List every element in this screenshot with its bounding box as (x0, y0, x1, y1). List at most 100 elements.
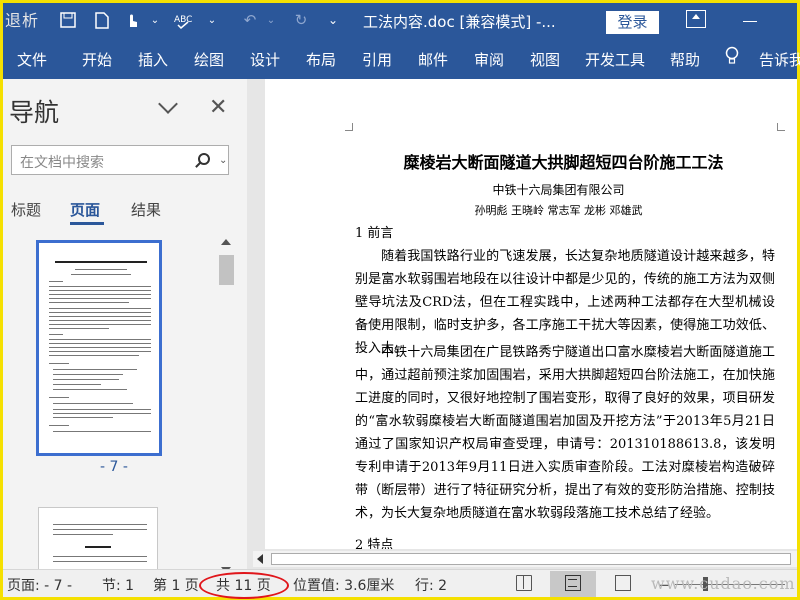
document-area: 糜棱岩大断面隧道大拱脚超短四台阶施工工法 中铁十六局集团有限公司 孙明彪 王晓岭… (247, 79, 797, 569)
thumbnail-text (49, 397, 69, 399)
tab-review[interactable]: 审阅 (474, 49, 504, 70)
tab-references[interactable]: 引用 (362, 49, 392, 70)
section-heading: 1 前言 (355, 226, 394, 241)
status-page[interactable]: 页面: - 7 - (7, 575, 72, 595)
thumbnail-text (53, 379, 119, 381)
scroll-track[interactable] (271, 553, 791, 565)
tab-design[interactable]: 设计 (250, 49, 280, 70)
page-number-label: - 7 - (100, 459, 128, 475)
tab-tell-me[interactable]: 告诉我 (759, 49, 800, 70)
save-icon[interactable] (58, 10, 78, 30)
margin-mark (777, 123, 785, 131)
thumbnail-text (53, 561, 147, 563)
thumbnail-text (49, 328, 109, 330)
customize-qat-icon[interactable]: ⌄ (325, 10, 341, 30)
status-page-of[interactable]: 第 1 页 (153, 575, 199, 595)
thumbnail-text (53, 374, 123, 376)
thumbnail-text (53, 369, 137, 371)
tab-mailings[interactable]: 邮件 (418, 49, 448, 70)
nav-title: 导航 (9, 98, 60, 127)
margin-mark (345, 123, 353, 131)
status-line[interactable]: 行: 2 (415, 575, 447, 595)
watermark-logo: 退析 (5, 11, 40, 30)
thumbnail-text (49, 290, 151, 292)
thumbnail-scrollbar[interactable] (217, 235, 236, 573)
touch-mode-icon[interactable] (123, 10, 141, 30)
thumbnail-text (49, 312, 151, 314)
new-doc-icon[interactable] (93, 10, 111, 30)
title-bar: 退析 ⌄ ABC ⌄ ↶ ⌄ ↻ ⌄ 工法内容.doc [兼容模式] -... … (3, 3, 797, 37)
nav-tab-headings[interactable]: 标题 (11, 199, 41, 220)
thumbnail-text (49, 351, 151, 353)
active-tab-underline (70, 222, 104, 225)
thumbnail-text (49, 347, 151, 349)
thumbnail-text (53, 417, 113, 419)
tab-view[interactable]: 视图 (530, 49, 560, 70)
tab-developer[interactable]: 开发工具 (585, 49, 645, 70)
thumbnail-text (53, 409, 151, 411)
thumbnail-text (53, 384, 101, 386)
search-input[interactable]: 在文档中搜索 ⌄ (11, 145, 229, 175)
page-thumbnail[interactable] (38, 507, 158, 569)
chevron-down-icon[interactable]: ⌄ (219, 155, 227, 166)
thumbnail-text (49, 425, 69, 427)
tab-help[interactable]: 帮助 (670, 49, 700, 70)
document-page[interactable]: 糜棱岩大断面隧道大拱脚超短四台阶施工工法 中铁十六局集团有限公司 孙明彪 王晓岭… (265, 79, 797, 549)
thumbnail-text (49, 334, 63, 336)
chevron-down-icon[interactable]: ⌄ (149, 10, 161, 30)
chevron-down-icon[interactable]: ⌄ (206, 10, 218, 30)
document-heading: 糜棱岩大断面隧道大拱脚超短四台阶施工工法 (403, 153, 724, 172)
ribbon-display-icon[interactable] (686, 10, 706, 28)
document-title: 工法内容.doc [兼容模式] -... (363, 13, 556, 31)
thumbnail-text (53, 524, 147, 526)
status-section[interactable]: 节: 1 (102, 575, 134, 595)
web-layout-icon[interactable] (615, 575, 631, 591)
thumbnail-text (75, 269, 127, 271)
close-icon[interactable]: ✕ (209, 95, 227, 120)
tab-draw[interactable]: 绘图 (194, 49, 224, 70)
read-mode-icon[interactable] (516, 575, 532, 591)
thumbnail-text (53, 431, 151, 433)
tab-file[interactable]: 文件 (17, 49, 47, 70)
thumbnail-text (53, 534, 113, 536)
tab-insert[interactable]: 插入 (138, 49, 168, 70)
tab-home[interactable]: 开始 (82, 49, 112, 70)
watermark-text: www.cudao.com (651, 574, 796, 593)
thumbnail-text (49, 281, 63, 283)
thumbnail-text (49, 339, 151, 341)
nav-tab-results[interactable]: 结果 (131, 199, 161, 220)
minimize-button[interactable] (743, 21, 757, 22)
page-thumbnail[interactable] (36, 240, 162, 456)
scroll-thumb[interactable] (219, 255, 234, 285)
scroll-left-icon[interactable] (257, 554, 263, 564)
status-bar: 页面: - 7 - 节: 1 第 1 页 共 11 页 位置值: 3.6厘米 行… (3, 569, 797, 599)
thumbnail-text (85, 546, 111, 548)
redo-icon[interactable]: ↻ (291, 10, 311, 30)
lightbulb-icon[interactable] (725, 46, 739, 71)
thumbnail-text (55, 261, 147, 263)
thumbnail-text (53, 389, 127, 391)
thumbnail-text (49, 298, 151, 300)
chevron-down-icon[interactable]: ⌄ (265, 10, 277, 30)
chevron-down-icon[interactable] (158, 94, 178, 114)
thumbnail-text (49, 355, 139, 357)
undo-icon[interactable]: ↶ (239, 10, 261, 30)
nav-tab-pages[interactable]: 页面 (70, 199, 100, 220)
scroll-up-icon[interactable] (221, 239, 231, 245)
document-authors: 孙明彪 王晓岭 常志军 龙彬 邓雄武 (474, 204, 643, 217)
thumbnail-text (49, 343, 151, 345)
search-icon[interactable] (198, 153, 210, 165)
status-position[interactable]: 位置值: 3.6厘米 (293, 575, 394, 595)
spelling-icon[interactable]: ABC (173, 10, 193, 30)
login-button[interactable]: 登录 (606, 11, 659, 34)
thumbnail-text (49, 308, 151, 310)
horizontal-scrollbar[interactable] (253, 551, 797, 567)
thumbnail-text (49, 363, 69, 365)
thumbnail-text (71, 274, 131, 276)
thumbnail-text (49, 320, 151, 322)
print-layout-icon[interactable] (565, 575, 581, 591)
navigation-pane: 导航 ✕ 在文档中搜索 ⌄ 标题 页面 结果 - 7 - (3, 79, 247, 573)
search-placeholder: 在文档中搜索 (20, 155, 104, 171)
tab-layout[interactable]: 布局 (306, 49, 336, 70)
svg-text:ABC: ABC (174, 15, 192, 25)
